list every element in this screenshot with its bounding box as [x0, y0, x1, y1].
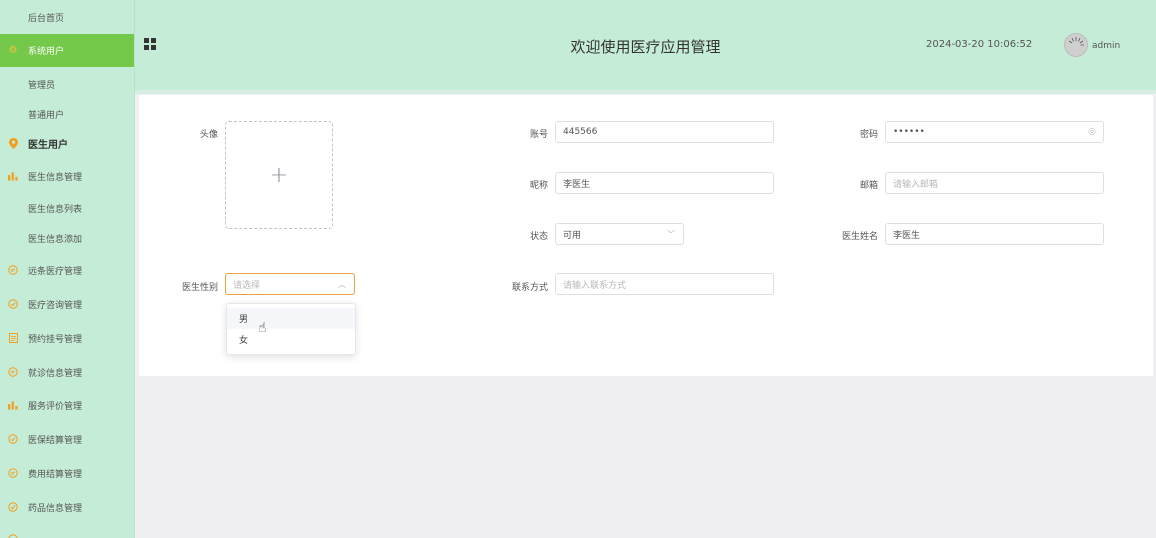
status-label: 状态 — [529, 232, 548, 242]
email-placeholder: 请输入邮箱 — [893, 179, 939, 190]
sidebar-item-label: 系统用户 — [28, 47, 65, 57]
sidebar-item-label: 医生信息列表 — [28, 204, 83, 215]
eye-icon[interactable]: ◎ — [1088, 127, 1096, 137]
sidebar-item-label: 医生信息管理 — [28, 172, 83, 183]
avatar-label: 头像 — [199, 130, 218, 140]
chat-icon — [8, 367, 18, 377]
plus-icon: + — [269, 162, 289, 188]
sidebar: 后台首页 ⚙ 系统用户 管理员 普通用户 医生用户 医生信息管理 医生信息列表 … — [0, 0, 135, 538]
gender-placeholder: 请选择 — [233, 280, 261, 291]
sidebar-item-label: 费用结算管理 — [28, 469, 83, 480]
sidebar-item-doctor-info[interactable]: 医生信息管理 — [0, 167, 134, 185]
chevron-down-icon: ﹀ — [667, 229, 675, 239]
email-input[interactable]: 请输入邮箱 — [885, 172, 1104, 194]
doctor-name-value: 李医生 — [893, 230, 921, 241]
sidebar-item-label: 医生用户 — [28, 139, 68, 151]
sidebar-item-label: 预约挂号管理 — [28, 334, 83, 345]
sidebar-item-drug-info[interactable]: 药品信息管理 — [0, 498, 134, 516]
gender-select[interactable]: 请选择 ︿ — [225, 273, 355, 295]
sidebar-item-home[interactable]: 后台首页 — [0, 8, 134, 26]
sidebar-item-label: 管理员 — [28, 80, 56, 91]
sidebar-item-partial[interactable] — [0, 530, 134, 538]
datetime-display: 2024-03-20 10:06:52 — [926, 39, 1033, 50]
sidebar-item-normal-users[interactable]: 普通用户 — [0, 105, 134, 123]
avatar[interactable] — [1064, 33, 1088, 57]
gender-label: 医生性别 — [181, 283, 218, 293]
nickname-input[interactable]: 李医生 — [555, 172, 774, 194]
nickname-label: 昵称 — [529, 181, 548, 191]
sidebar-item-consult[interactable]: 医疗咨询管理 — [0, 295, 134, 313]
contact-label: 联系方式 — [511, 283, 548, 293]
chevron-up-icon: ︿ — [338, 279, 346, 289]
chat-icon — [8, 265, 18, 275]
status-select[interactable]: 可用 ﹀ — [555, 223, 684, 245]
password-input[interactable]: •••••• ◎ — [885, 121, 1104, 143]
sidebar-item-admin[interactable]: 管理员 — [0, 75, 134, 93]
gender-dropdown: 男 女 — [226, 303, 356, 355]
gender-option-female[interactable]: 女 — [227, 329, 355, 350]
sidebar-item-insurance[interactable]: 医保结算管理 — [0, 430, 134, 448]
sidebar-item-service-review[interactable]: 服务评价管理 — [0, 396, 134, 414]
sidebar-item-doctor-users[interactable]: 医生用户 — [0, 134, 134, 152]
password-label: 密码 — [859, 130, 878, 140]
check-circle-icon — [8, 502, 18, 512]
sidebar-item-visit-info[interactable]: 就诊信息管理 — [0, 363, 134, 381]
doctor-name-input[interactable]: 李医生 — [885, 223, 1104, 245]
sidebar-item-label: 药品信息管理 — [28, 503, 83, 514]
sidebar-item-label: 普通用户 — [28, 110, 65, 121]
username[interactable]: admin — [1092, 41, 1120, 51]
bar-chart-icon — [8, 171, 18, 181]
contact-placeholder: 请输入联系方式 — [563, 280, 627, 291]
sidebar-item-label: 医生信息添加 — [28, 234, 83, 245]
sidebar-item-label: 医疗咨询管理 — [28, 300, 83, 311]
avatar-upload[interactable]: + — [225, 121, 333, 229]
chat-icon — [8, 468, 18, 478]
doctor-name-label: 医生姓名 — [841, 232, 878, 242]
document-icon — [8, 333, 18, 343]
sidebar-item-doctor-add[interactable]: 医生信息添加 — [0, 229, 134, 247]
status-value: 可用 — [563, 230, 582, 241]
gear-icon: ⚙ — [8, 45, 18, 56]
check-circle-icon — [8, 434, 18, 444]
top-header: 欢迎使用医疗应用管理 2024-03-20 10:06:52 admin — [135, 0, 1156, 94]
password-value: •••••• — [893, 127, 925, 137]
gender-option-male[interactable]: 男 — [227, 308, 355, 329]
location-pin-icon — [8, 137, 18, 149]
sidebar-item-doctor-list[interactable]: 医生信息列表 — [0, 199, 134, 217]
sidebar-item-label: 医保结算管理 — [28, 435, 83, 446]
sidebar-item-label: 后台首页 — [28, 13, 65, 24]
hand-cursor-icon: ☝ — [258, 320, 267, 336]
nickname-value: 李医生 — [563, 179, 591, 190]
contact-input[interactable]: 请输入联系方式 — [555, 273, 774, 295]
sidebar-item-remote-medical[interactable]: 远条医疗管理 — [0, 261, 134, 279]
sidebar-item-fee-settlement[interactable]: 费用结算管理 — [0, 464, 134, 482]
email-label: 邮箱 — [859, 181, 878, 191]
check-circle-icon — [8, 299, 18, 309]
sidebar-item-label: 远条医疗管理 — [28, 266, 83, 277]
chat-icon — [8, 534, 18, 538]
account-value: 445566 — [563, 127, 598, 137]
account-label: 账号 — [529, 130, 548, 140]
sidebar-item-label: 服务评价管理 — [28, 401, 83, 412]
sidebar-item-label: 就诊信息管理 — [28, 368, 83, 379]
sidebar-item-appointment[interactable]: 预约挂号管理 — [0, 329, 134, 347]
account-input[interactable]: 445566 — [555, 121, 774, 143]
sidebar-item-system-users[interactable]: ⚙ 系统用户 — [0, 34, 134, 67]
bar-chart-icon — [8, 400, 18, 410]
